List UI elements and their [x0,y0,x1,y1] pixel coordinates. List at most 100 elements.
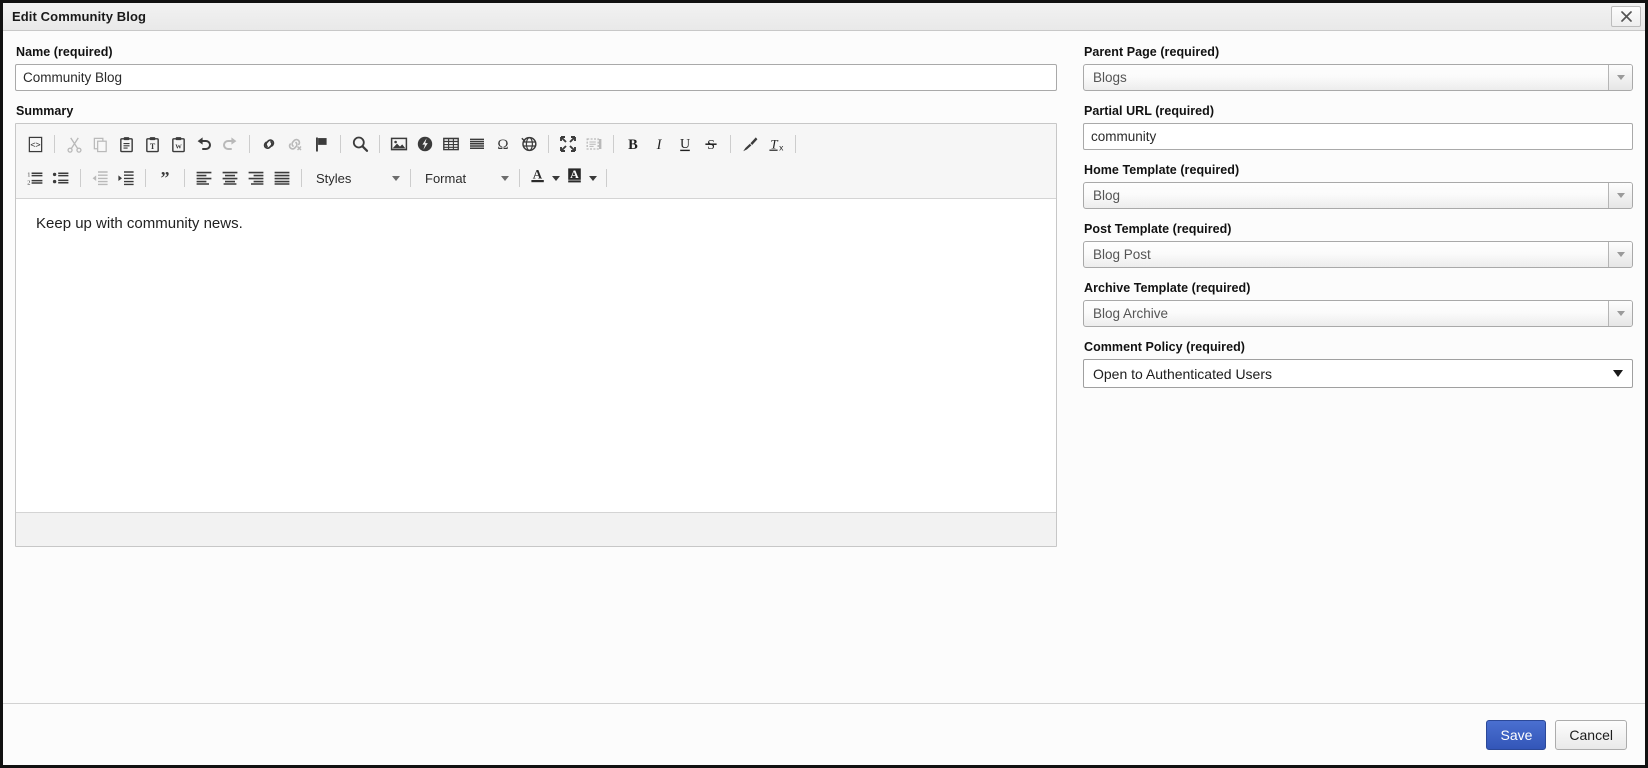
paste-from-word-icon[interactable]: W [165,131,191,157]
image-icon[interactable] [386,131,412,157]
name-field-group: Name (required) Community Blog [15,45,1057,91]
svg-text:”: ” [161,169,170,187]
right-column: Parent Page (required) Blogs Partial URL (… [1083,45,1633,703]
comment-policy-label: Comment Policy (required) [1084,340,1245,354]
archive-template-field-group: Archive Template (required) Blog Archive [1083,281,1633,327]
chevron-down-icon[interactable] [1608,242,1632,267]
underline-icon[interactable]: U [672,131,698,157]
summary-field-group: Summary <> T W Ω B I U S Tx 1 2 ” Styles Format A A Ke… [15,104,1057,547]
toolbar-separator [519,169,520,187]
chevron-down-icon[interactable] [1608,301,1632,326]
dialog-footer: Save Cancel [3,703,1645,765]
svg-text:2: 2 [27,179,30,186]
svg-text:1: 1 [27,172,30,179]
toolbar-separator [80,169,81,187]
toolbar-separator [795,135,796,153]
undo-icon[interactable] [191,131,217,157]
home-template-label: Home Template (required) [1084,163,1240,177]
svg-text:<>: <> [30,140,40,150]
parent-page-select[interactable]: Blogs [1083,64,1633,91]
cut-icon [61,131,87,157]
anchor-flag-icon[interactable] [308,131,334,157]
svg-text:B: B [628,137,638,153]
source-code-icon[interactable]: <> [22,131,48,157]
chevron-down-icon [1613,370,1623,377]
horizontal-rule-icon[interactable] [464,131,490,157]
iframe-globe-icon[interactable] [516,131,542,157]
svg-text:I: I [656,137,663,153]
special-character-icon[interactable]: Ω [490,131,516,157]
paste-as-text-icon[interactable]: T [139,131,165,157]
toolbar-separator [606,169,607,187]
chevron-down-icon [501,175,509,181]
close-icon [1620,11,1632,22]
toolbar-separator [54,135,55,153]
find-icon[interactable] [347,131,373,157]
align-left-icon[interactable] [191,165,217,191]
clear-text-format-icon[interactable]: Tx [763,131,789,157]
chevron-down-icon[interactable] [1608,65,1632,90]
blockquote-icon[interactable]: ” [152,165,178,191]
bold-icon[interactable]: B [620,131,646,157]
remove-format-brush-icon[interactable] [737,131,763,157]
strikethrough-icon[interactable]: S [698,131,724,157]
editor-status-bar [16,512,1056,546]
show-blocks-icon [581,131,607,157]
numbered-list-icon[interactable]: 12 [22,165,48,191]
editor-content-area[interactable]: Keep up with community news. [16,199,1056,512]
archive-template-selected-value: Blog Archive [1093,306,1169,321]
dialog-body: Name (required) Community Blog Summary <… [3,31,1645,703]
archive-template-select[interactable]: Blog Archive [1083,300,1633,327]
partial-url-field-group: Partial URL (required) community [1083,104,1633,150]
comment-policy-select[interactable]: Open to Authenticated Users [1083,359,1633,388]
save-button[interactable]: Save [1486,719,1547,750]
name-input[interactable]: Community Blog [15,64,1057,91]
paste-icon[interactable] [113,131,139,157]
styles-dropdown-label: Styles [316,170,352,186]
post-template-selected-value: Blog Post [1093,247,1151,262]
toolbar-separator [249,135,250,153]
toolbar-separator [301,169,302,187]
home-template-select[interactable]: Blog [1083,182,1633,209]
redo-icon [217,131,243,157]
left-column: Name (required) Community Blog Summary <… [15,45,1083,703]
italic-icon[interactable]: I [646,131,672,157]
toolbar-separator [145,169,146,187]
justify-icon[interactable] [269,165,295,191]
svg-text:T: T [149,141,155,150]
increase-indent-icon[interactable] [113,165,139,191]
summary-label: Summary [16,104,74,118]
bulleted-list-icon[interactable] [48,165,74,191]
format-dropdown[interactable]: Format [417,166,513,190]
text-color-button[interactable]: A [526,165,563,191]
copy-icon [87,131,113,157]
post-template-field-group: Post Template (required) Blog Post [1083,222,1633,268]
toolbar-separator [184,169,185,187]
background-color-button[interactable]: A [563,165,600,191]
svg-text:W: W [175,143,182,150]
svg-text:S: S [707,138,715,153]
partial-url-input[interactable]: community [1083,123,1633,150]
comment-policy-field-group: Comment Policy (required) Open to Authent… [1083,340,1633,388]
decrease-indent-icon [87,165,113,191]
cancel-button[interactable]: Cancel [1555,719,1627,750]
comment-policy-selected-value: Open to Authenticated Users [1093,365,1272,382]
home-template-field-group: Home Template (required) Blog [1083,163,1633,209]
post-template-select[interactable]: Blog Post [1083,241,1633,268]
rich-text-editor: <> T W Ω B I U S Tx 1 2 ” Styles Format A A Keep up wi… [15,123,1057,547]
parent-page-label: Parent Page (required) [1084,45,1220,59]
chevron-down-icon[interactable] [1608,183,1632,208]
editor-toolbar: <> T W Ω B I U S Tx 1 2 ” Styles Format A A [16,124,1056,199]
link-icon[interactable] [256,131,282,157]
table-icon[interactable] [438,131,464,157]
close-button[interactable] [1611,6,1641,27]
toolbar-separator [548,135,549,153]
styles-dropdown[interactable]: Styles [308,166,404,190]
align-center-icon[interactable] [217,165,243,191]
align-right-icon[interactable] [243,165,269,191]
toolbar-separator [613,135,614,153]
flash-media-icon[interactable] [412,131,438,157]
toolbar-row-1: <> T W Ω B I U S Tx [18,127,1054,161]
maximize-icon[interactable] [555,131,581,157]
parent-page-field-group: Parent Page (required) Blogs [1083,45,1633,91]
